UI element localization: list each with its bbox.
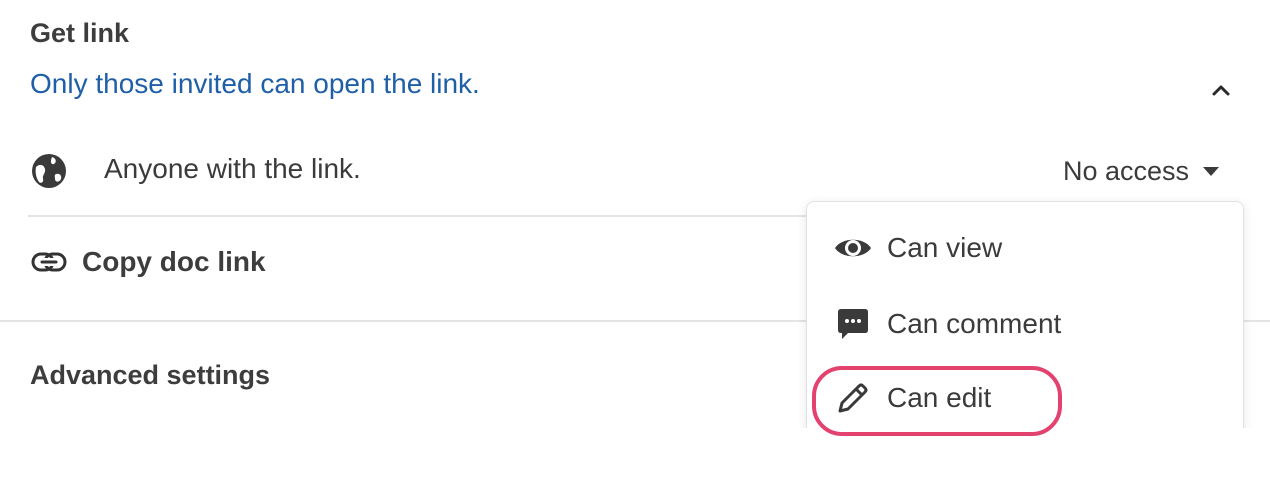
link-status-text[interactable]: Only those invited can open the link. <box>30 68 480 100</box>
link-icon <box>31 252 67 272</box>
anyone-with-link-label: Anyone with the link. <box>104 153 361 184</box>
access-dropdown-value: No access <box>1063 155 1190 186</box>
divider <box>28 215 846 217</box>
highlight-annotation <box>812 366 1062 436</box>
comment-icon <box>833 308 873 340</box>
menu-item-can-comment[interactable]: Can comment <box>833 308 1061 340</box>
menu-item-label: Can comment <box>887 308 1062 339</box>
copy-doc-link-label: Copy doc link <box>82 246 266 277</box>
access-dropdown[interactable]: No access <box>1063 154 1220 188</box>
advanced-settings[interactable]: Advanced settings <box>30 360 270 391</box>
menu-item-label: Can view <box>887 232 1003 263</box>
chevron-up-icon <box>1212 85 1230 96</box>
menu-item-can-view[interactable]: Can view <box>833 232 1002 264</box>
menu-clip <box>790 428 1260 482</box>
globe-icon <box>30 152 68 190</box>
get-link-title: Get link <box>30 18 130 48</box>
caret-down-icon <box>1203 166 1220 176</box>
copy-doc-link-button[interactable]: Copy doc link <box>30 242 266 282</box>
eye-icon <box>833 232 873 264</box>
collapse-button[interactable] <box>1206 78 1236 102</box>
